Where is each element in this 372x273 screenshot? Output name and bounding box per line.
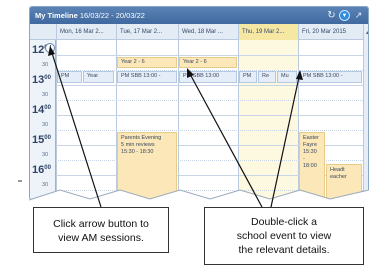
- event-thu-mu[interactable]: Mu: [277, 71, 297, 83]
- time-1630: 30: [42, 182, 49, 188]
- event-year-2-6-tue[interactable]: Year 2 - 6: [117, 57, 177, 68]
- grid-line: [56, 85, 363, 86]
- event-title: Easter: [303, 135, 319, 141]
- grid-line: [56, 100, 363, 101]
- show-am-sessions-button[interactable]: [45, 43, 55, 53]
- refresh-icon[interactable]: ↻: [326, 10, 337, 21]
- event-detail: eacher: [330, 174, 347, 180]
- event-detail: 5 min reviews: [121, 142, 155, 148]
- day-header-fri[interactable]: Fri, 20 Mar 2015: [298, 24, 363, 40]
- dropdown-icon[interactable]: ▼: [339, 10, 350, 21]
- event-time: 15:30: [303, 149, 317, 155]
- event-year-2-6-wed[interactable]: Year 2 - 6: [179, 57, 237, 68]
- day-header-wed[interactable]: Wed, 18 Mar ...: [178, 24, 238, 40]
- window-title: My Timeline: [35, 11, 78, 20]
- grid-line: [56, 130, 363, 131]
- callout-text: Click arrow button to: [53, 218, 149, 230]
- event-title: Headt: [330, 167, 345, 173]
- tutorial-figure: My Timeline 16/03/22 - 20/03/22 ↻ ▼ ↗ Mo…: [0, 0, 372, 273]
- event-mon-year[interactable]: Year: [83, 71, 114, 83]
- callout-text: school event to view: [236, 230, 332, 242]
- window-date-range: 16/03/22 - 20/03/22: [79, 11, 145, 20]
- event-thu-pm[interactable]: PM: [239, 71, 257, 83]
- day-header-mon[interactable]: Mon, 16 Mar 2...: [56, 24, 116, 40]
- time-14: 1400: [32, 104, 51, 116]
- grid-line: [56, 115, 363, 116]
- event-thu-re[interactable]: Re: [258, 71, 276, 83]
- event-detail: Fayre: [303, 142, 318, 148]
- event-time-end: 18:00: [303, 163, 317, 169]
- event-title: Parents Evening: [121, 135, 162, 141]
- callout-school-event: Double-click a school event to view the …: [204, 207, 364, 265]
- time-1330: 30: [42, 92, 49, 98]
- timeline-window: My Timeline 16/03/22 - 20/03/22 ↻ ▼ ↗ Mo…: [29, 6, 369, 200]
- time-13: 1300: [32, 74, 51, 86]
- day-column-mon[interactable]: [56, 40, 116, 199]
- event-time: 15:30 - 18:30: [121, 149, 154, 155]
- callout-am-sessions: Click arrow button to view AM sessions.: [33, 207, 169, 253]
- day-header-thu[interactable]: Thu, 19 Mar 2...: [238, 24, 298, 40]
- event-wed-pm-sbb[interactable]: PM SBB 13:00: [179, 71, 237, 83]
- time-1530: 30: [42, 152, 49, 158]
- scroll-up-icon[interactable]: ▲: [364, 30, 368, 36]
- event-easter-fayre[interactable]: Easter Fayre 15:30 - 18:00: [299, 132, 325, 199]
- time-1430: 30: [42, 122, 49, 128]
- callout-text: view AM sessions.: [58, 232, 144, 244]
- day-header-tue[interactable]: Tue, 17 Mar 2...: [116, 24, 178, 40]
- callout-text: Double-click a: [251, 216, 317, 228]
- vertical-scrollbar[interactable]: ▲: [363, 24, 368, 199]
- window-titlebar: My Timeline 16/03/22 - 20/03/22 ↻ ▼ ↗: [30, 7, 368, 24]
- event-headteacher[interactable]: Headt eacher: [326, 164, 362, 199]
- expand-icon[interactable]: ↗: [353, 10, 364, 21]
- time-16: 1600: [32, 164, 51, 176]
- grid-line: [56, 55, 363, 56]
- event-fri-pm-sbb[interactable]: PM SBB 13:00 -: [299, 71, 362, 83]
- time-1230: 30: [42, 62, 49, 68]
- event-mon-pm[interactable]: PM: [57, 71, 82, 83]
- event-dash: -: [303, 156, 305, 162]
- day-column-thu[interactable]: [238, 40, 298, 199]
- callout-text: the relevant details.: [238, 244, 330, 256]
- time-15: 1500: [32, 134, 51, 146]
- event-parents-evening[interactable]: Parents Evening 5 min reviews 15:30 - 18…: [117, 132, 177, 199]
- event-tue-pm-sbb[interactable]: PM SBB 13:00 -: [117, 71, 177, 83]
- time-column: 1200 30 1300 30 1400 30 1500 30 1600 30: [30, 40, 56, 199]
